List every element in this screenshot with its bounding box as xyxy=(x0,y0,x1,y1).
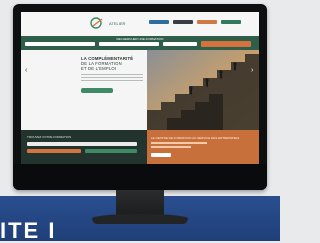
carousel-prev-icon[interactable]: ‹ xyxy=(25,67,27,74)
training-search-label: TROUVEZ VOTRE FORMATION xyxy=(27,135,72,139)
companies-panel-button[interactable] xyxy=(151,153,171,157)
monitor-chin xyxy=(13,164,267,190)
logo-text: ATELIER xyxy=(109,21,126,26)
header-button-2[interactable] xyxy=(173,20,193,24)
companies-panel-text-line xyxy=(151,146,191,148)
screen: ATELIER RECHERCHER UNE FORMATION ‹ LA CO… xyxy=(21,12,259,164)
hero-description xyxy=(81,74,143,82)
training-search-button-green[interactable] xyxy=(85,149,137,153)
hero-title: LA COMPLÉMENTARITÉ DE LA FORMATION ET DE… xyxy=(81,56,145,71)
search-button[interactable] xyxy=(201,41,251,47)
header-button-3[interactable] xyxy=(197,20,217,24)
stairs-illustration xyxy=(147,50,259,130)
logo-icon[interactable] xyxy=(89,16,107,30)
header-button-1[interactable] xyxy=(149,20,169,24)
scene: ITE I ATELIER RECHERCHER UNE FORMATION ‹ xyxy=(0,0,280,243)
hero-cta-button[interactable] xyxy=(81,88,113,93)
search-bar: RECHERCHER UNE FORMATION xyxy=(21,36,259,50)
monitor-stand-base xyxy=(92,214,188,224)
companies-panel-title: LE CENTRE DE FORMATION AU SERVICE DES EN… xyxy=(151,136,240,140)
training-search-input[interactable] xyxy=(27,142,137,146)
site-header: ATELIER xyxy=(21,12,259,36)
hero-image xyxy=(147,50,259,130)
header-button-4[interactable] xyxy=(221,20,241,24)
banner-text: ITE I xyxy=(0,218,57,243)
search-type-field[interactable] xyxy=(163,42,197,46)
hero-title-line-3: ET DE L'EMPLOI xyxy=(81,66,117,71)
search-keyword-field[interactable] xyxy=(25,42,95,46)
companies-panel-text-line xyxy=(151,142,207,144)
training-search-button-orange[interactable] xyxy=(27,149,81,153)
search-location-field[interactable] xyxy=(99,42,159,46)
carousel-next-icon[interactable]: › xyxy=(251,67,253,74)
